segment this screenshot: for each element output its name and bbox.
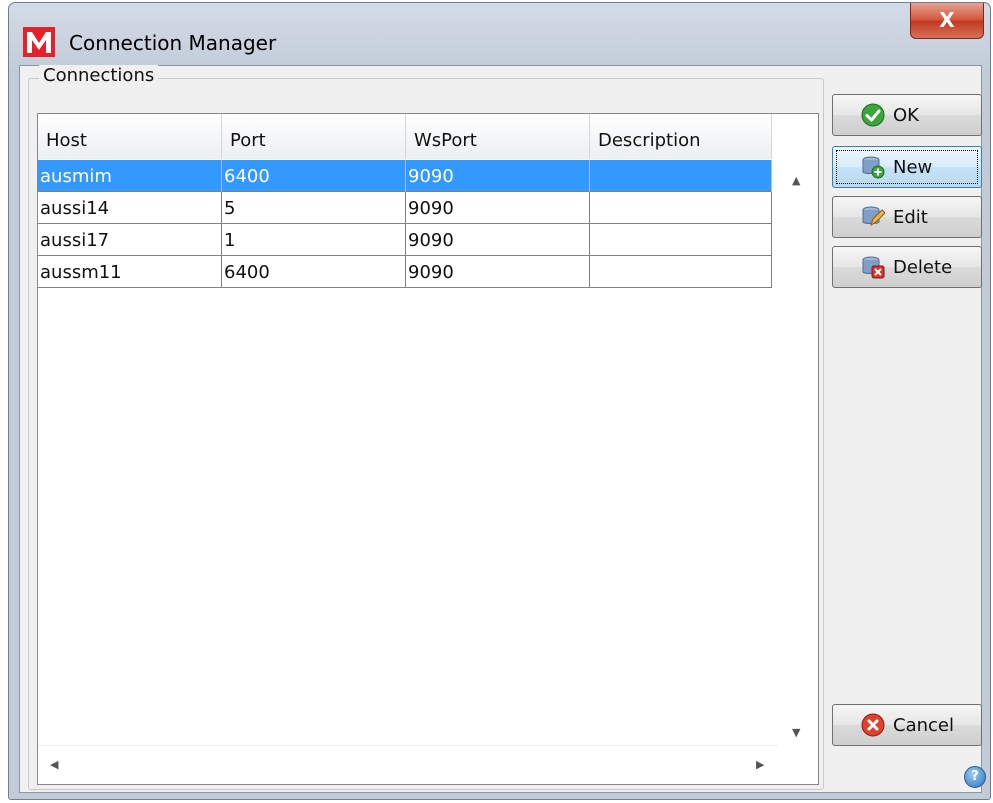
- connection-manager-window: Connection Manager X Connections Host Po…: [8, 2, 991, 800]
- cell-host[interactable]: ausmim: [38, 160, 222, 192]
- ok-button[interactable]: OK: [832, 94, 982, 136]
- cell-port[interactable]: 5: [222, 192, 406, 224]
- group-label: Connections: [39, 65, 159, 86]
- grid-header: Host Port WsPort Description: [38, 114, 772, 159]
- table-row[interactable]: aussm11 6400 9090: [38, 256, 772, 288]
- cell-host[interactable]: aussi14: [38, 192, 222, 224]
- scroll-down-arrow-icon[interactable]: ▼: [792, 726, 800, 739]
- new-button[interactable]: New: [832, 146, 982, 188]
- cancel-button[interactable]: Cancel: [832, 704, 982, 746]
- cell-description[interactable]: [590, 160, 772, 192]
- check-circle-icon: [861, 103, 885, 127]
- close-button[interactable]: X: [910, 3, 984, 39]
- cell-host[interactable]: aussi17: [38, 224, 222, 256]
- cell-wsport[interactable]: 9090: [406, 256, 590, 288]
- cancel-label: Cancel: [893, 715, 954, 736]
- horizontal-scrollbar[interactable]: ◀ ▶: [38, 745, 778, 784]
- connections-group: Connections Host Port WsPort Description…: [28, 65, 824, 790]
- column-header-wsport[interactable]: WsPort: [406, 114, 590, 159]
- database-delete-icon: [862, 256, 885, 279]
- scroll-right-arrow-icon[interactable]: ▶: [756, 758, 764, 771]
- help-icon[interactable]: ?: [964, 766, 986, 788]
- scroll-left-arrow-icon[interactable]: ◀: [50, 758, 58, 771]
- grid-rows: ausmim 6400 9090 aussi14 5 9090 aussi17 …: [38, 160, 772, 288]
- cell-wsport[interactable]: 9090: [406, 224, 590, 256]
- cell-wsport[interactable]: 9090: [406, 160, 590, 192]
- scrollbar-corner: [778, 746, 818, 784]
- column-header-description[interactable]: Description: [590, 114, 772, 159]
- title-bar[interactable]: Connection Manager X: [9, 3, 990, 65]
- dialog-client-area: Connections Host Port WsPort Description…: [19, 65, 986, 793]
- cell-port[interactable]: 1: [222, 224, 406, 256]
- column-header-port[interactable]: Port: [222, 114, 406, 159]
- cell-description[interactable]: [590, 224, 772, 256]
- cell-description[interactable]: [590, 256, 772, 288]
- delete-label: Delete: [893, 257, 953, 278]
- column-header-host[interactable]: Host: [38, 114, 222, 159]
- cell-host[interactable]: aussm11: [38, 256, 222, 288]
- connections-grid[interactable]: Host Port WsPort Description ausmim 6400…: [37, 113, 819, 785]
- cancel-circle-icon: [861, 713, 885, 737]
- database-add-icon: [862, 156, 885, 179]
- cell-port[interactable]: 6400: [222, 160, 406, 192]
- new-label: New: [893, 157, 933, 178]
- cell-description[interactable]: [590, 192, 772, 224]
- app-logo-icon: [23, 27, 55, 57]
- cell-wsport[interactable]: 9090: [406, 192, 590, 224]
- table-row[interactable]: ausmim 6400 9090: [38, 160, 772, 192]
- ok-label: OK: [893, 105, 919, 126]
- vertical-scrollbar[interactable]: ▲ ▼: [778, 160, 818, 746]
- scroll-up-arrow-icon[interactable]: ▲: [792, 174, 800, 187]
- table-row[interactable]: aussi14 5 9090: [38, 192, 772, 224]
- delete-button[interactable]: Delete: [832, 246, 982, 288]
- window-title: Connection Manager: [69, 31, 277, 55]
- cell-port[interactable]: 6400: [222, 256, 406, 288]
- table-row[interactable]: aussi17 1 9090: [38, 224, 772, 256]
- edit-label: Edit: [893, 207, 928, 228]
- edit-button[interactable]: Edit: [832, 196, 982, 238]
- database-edit-icon: [862, 206, 885, 227]
